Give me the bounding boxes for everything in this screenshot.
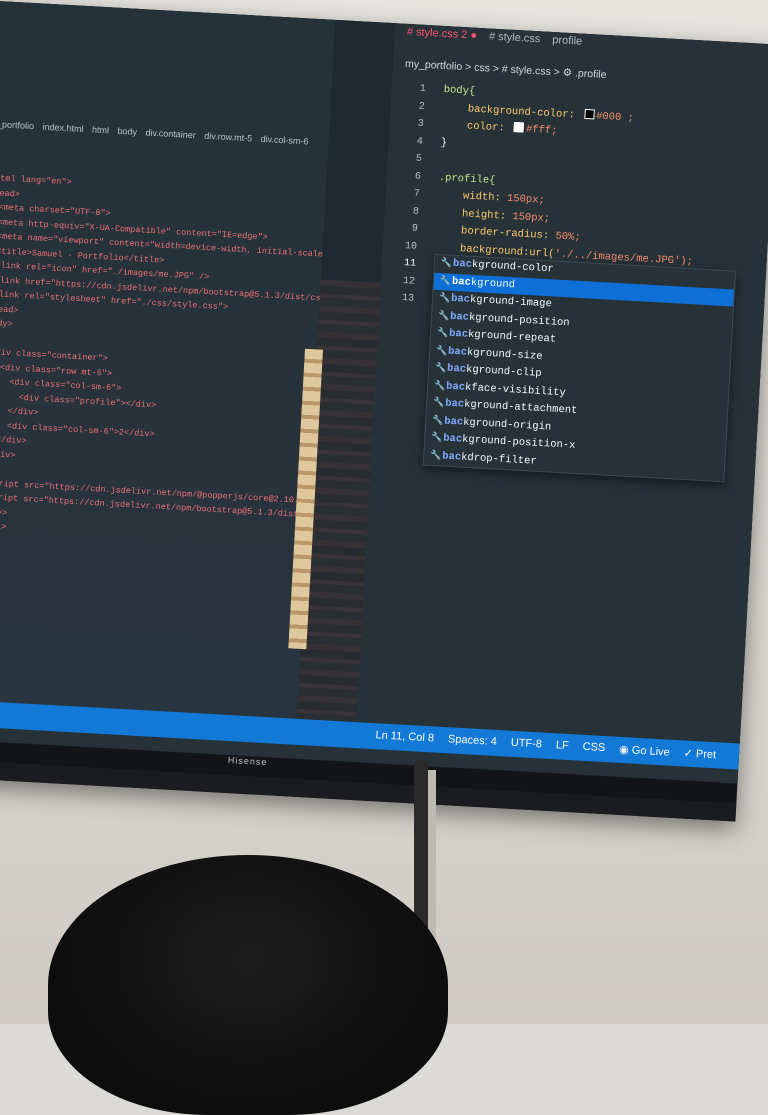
suggestion-label: background-clip — [446, 362, 542, 380]
property-wrench-icon: 🔧 — [437, 310, 450, 322]
cursor-position[interactable]: Ln 11, Col 8 — [375, 729, 434, 745]
line-number: 7 — [413, 188, 421, 200]
line-number: 4 — [416, 136, 424, 148]
tab-profile[interactable]: profile — [551, 34, 583, 58]
line-number: 6 — [414, 171, 422, 183]
suggestion-label: background-color — [452, 257, 555, 276]
go-live-button[interactable]: ◉ Go Live — [619, 743, 670, 759]
line-number: 12 — [402, 275, 416, 288]
suggestion-label: background-image — [450, 292, 553, 311]
line-number: 11 — [403, 258, 417, 270]
code-text: } — [440, 136, 448, 149]
editor-screen: my_portfolio index.html html body div.co… — [0, 0, 768, 784]
property-wrench-icon: 🔧 — [439, 275, 452, 287]
code-value: #000 ; — [595, 110, 635, 125]
tab-style-css[interactable]: # style.css — [488, 30, 541, 55]
code-text: height: — [436, 206, 513, 223]
property-wrench-icon: 🔧 — [436, 328, 449, 339]
left-breadcrumb: my_portfolio index.html html body div.co… — [0, 118, 315, 146]
tv-monitor: my_portfolio index.html html body div.co… — [0, 0, 768, 822]
line-number: 13 — [401, 293, 415, 305]
property-wrench-icon: 🔧 — [434, 362, 447, 374]
breadcrumb-item[interactable]: div.row.mt-5 — [204, 131, 252, 144]
code-value: 150px; — [512, 210, 551, 225]
left-code-lines[interactable]: <html lang="en"> <head> <meta charset="UT… — [0, 171, 397, 552]
code-value: #fff; — [525, 123, 558, 138]
suggestion-label: background-origin — [443, 415, 552, 434]
property-wrench-icon: 🔧 — [432, 397, 445, 409]
code-value: 150px; — [506, 192, 546, 207]
line-number: 9 — [411, 223, 419, 235]
breadcrumb-item[interactable]: index.html — [42, 122, 84, 134]
tab-style-css-modified[interactable]: # style.css 2 ● — [406, 26, 478, 52]
line-number: 10 — [404, 240, 418, 253]
suggestion-label: backdrop-filter — [441, 450, 537, 468]
line-number: 3 — [417, 118, 425, 130]
suggestion-label: background — [451, 275, 516, 291]
breadcrumb-item[interactable]: body — [117, 126, 137, 137]
code-text: color: — [441, 118, 512, 135]
prettier-button[interactable]: ✓ Pret — [683, 746, 716, 761]
autocomplete-suggest-widget[interactable]: 🔧background-color 🔧background 🔧background-… — [422, 253, 737, 483]
right-breadcrumb[interactable]: my_portfolio > css > # style.css > ⚙ .pr… — [405, 58, 607, 81]
right-editor-pane[interactable]: # style.css 2 ● # style.css profile my_p… — [356, 23, 768, 745]
code-text: body{ — [443, 84, 476, 98]
code-text: border-radius: — [435, 223, 556, 243]
line-number: 5 — [415, 153, 423, 165]
line-number: 1 — [419, 83, 427, 96]
suggestion-label: background-size — [447, 345, 543, 363]
code-text: width: — [437, 188, 508, 205]
end-of-line[interactable]: LF — [556, 739, 569, 753]
property-wrench-icon: 🔧 — [438, 293, 451, 304]
breadcrumb-item[interactable]: div.col-sm-6 — [260, 134, 308, 147]
color-swatch[interactable] — [513, 122, 525, 133]
property-wrench-icon: 🔧 — [433, 380, 446, 392]
property-wrench-icon: 🔧 — [430, 450, 442, 461]
line-number: 2 — [418, 101, 426, 113]
property-wrench-icon: 🔧 — [435, 345, 448, 357]
person-head-foreground — [48, 855, 448, 1115]
tv-brand-logo: Hisense — [227, 755, 268, 768]
property-wrench-icon: 🔧 — [430, 432, 443, 444]
suggestion-label: background-repeat — [448, 327, 557, 346]
color-swatch[interactable] — [583, 108, 595, 119]
encoding[interactable]: UTF-8 — [510, 737, 542, 752]
breadcrumb-item[interactable]: my_portfolio — [0, 118, 34, 131]
language-mode[interactable]: CSS — [582, 741, 605, 755]
indentation[interactable]: Spaces: 4 — [448, 733, 498, 749]
breadcrumb-item[interactable]: html — [92, 124, 110, 135]
code-value: 50%; — [555, 230, 581, 244]
breadcrumb-item[interactable]: div.container — [145, 127, 196, 140]
property-wrench-icon: 🔧 — [440, 258, 453, 269]
line-number-gutter: 1 2 3 4 5 6 7 8 9 10 11 12 13 — [392, 80, 427, 308]
line-number: 8 — [412, 206, 420, 218]
property-wrench-icon: 🔧 — [431, 415, 444, 427]
code-text: .profile{ — [438, 171, 496, 187]
